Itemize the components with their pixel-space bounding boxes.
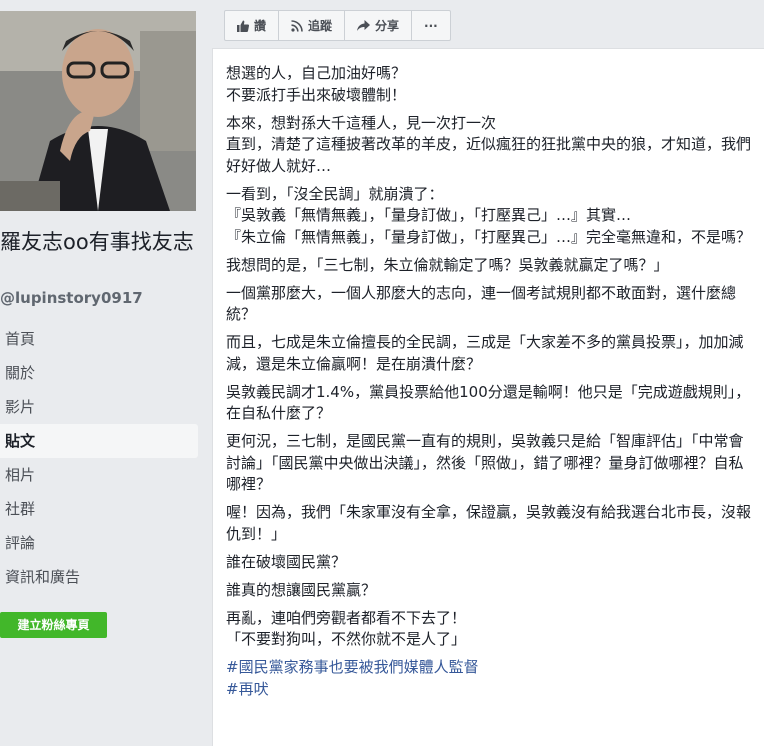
like-label: 讚	[254, 19, 267, 33]
post-paragraph: 吳敦義民調才1.4%，黨員投票給他100分還是輸啊！他只是「完成遊戲規則」，在自…	[226, 382, 756, 425]
post-line: 想選的人，自己加油好嗎？	[226, 64, 407, 82]
page-nav: 首頁 關於 影片 貼文 相片 社群 評論 資訊和廣告	[0, 322, 198, 594]
hashtag-link[interactable]: #國民黨家務事也要被我們媒體人監督	[226, 657, 756, 679]
post-body: 想選的人，自己加油好嗎？ 不要派打手出來破壞體制！ 本來，想對孫大千這種人，見一次打…	[226, 63, 756, 707]
nav-item-photos[interactable]: 相片	[0, 458, 198, 492]
post-line: 不要派打手出來破壞體制！	[226, 85, 407, 104]
rss-icon	[291, 19, 303, 32]
nav-item-reviews[interactable]: 評論	[0, 526, 198, 560]
page-action-bar: 讚 追蹤 分享 ···	[224, 10, 451, 41]
nav-item-community[interactable]: 社群	[0, 492, 198, 526]
nav-item-videos[interactable]: 影片	[0, 390, 198, 424]
more-icon: ···	[424, 18, 438, 33]
profile-photo-image	[0, 11, 196, 211]
post-paragraph: 誰在破壞國民黨？	[226, 552, 756, 574]
post-paragraph: 一看到，「沒全民調」就崩潰了： 『吳敦義「無情無義」，「量身訂做」，「打壓異己」……	[226, 184, 756, 249]
post-line: 誰真的想讓國民黨贏？	[226, 580, 377, 599]
more-options-button[interactable]: ···	[411, 10, 451, 41]
share-label: 分享	[375, 19, 400, 33]
create-page-button[interactable]: 建立粉絲專頁	[0, 612, 107, 638]
nav-item-info-and-ads[interactable]: 資訊和廣告	[0, 560, 198, 594]
post-line: 一個黨那麼大，一個人那麼大的志向，連一個考試規則都不敢面對，選什麼總統？	[226, 283, 737, 324]
post-line: 更何況，三七制，是國民黨一直有的規則，吳敦義只是給「智庫評估」「中常會討論」「國…	[226, 432, 744, 493]
post-line: 一看到，「沒全民調」就崩潰了：	[226, 184, 444, 203]
nav-item-home[interactable]: 首頁	[0, 322, 198, 356]
profile-photo[interactable]	[0, 11, 196, 211]
like-button[interactable]: 讚	[224, 10, 280, 41]
post-paragraph: 更何況，三七制，是國民黨一直有的規則，吳敦義只是給「智庫評估」「中常會討論」「國…	[226, 431, 756, 496]
post-line: 本來，想對孫大千這種人，見一次打一次	[226, 113, 497, 132]
hashtag-link[interactable]: #再吠	[226, 679, 756, 701]
left-column: 羅友志oo有事找友志 @lupinstory0917 首頁 關於 影片 貼文 相…	[0, 0, 210, 746]
follow-button[interactable]: 追蹤	[278, 10, 346, 41]
post-paragraph: 再亂，連咱們旁觀者都看不下去了！ 「不要對狗叫，不然你就不是人了」	[226, 608, 756, 651]
post-hashtags: #國民黨家務事也要被我們媒體人監督 #再吠	[226, 657, 756, 700]
post-paragraph: 想選的人，自己加油好嗎？ 不要派打手出來破壞體制！	[226, 63, 756, 106]
post-paragraph: 喔！因為，我們「朱家軍沒有全拿，保證贏，吳敦義沒有給我選台北市長，沒報仇到！」	[226, 502, 756, 545]
share-button[interactable]: 分享	[344, 10, 413, 41]
post-line: 誰在破壞國民黨？	[226, 552, 347, 571]
post-line: 而且，七成是朱立倫擅長的全民調，三成是「大家差不多的黨員投票」，加加減減，還是朱…	[226, 333, 744, 373]
thumbs-up-icon	[237, 20, 249, 32]
post-line: 直到，清楚了這種披著改革的羊皮，近似瘋狂的狂批黨中央的狼，才知道，我們好好做人就…	[226, 135, 752, 175]
post-paragraph: 一個黨那麼大，一個人那麼大的志向，連一個考試規則都不敢面對，選什麼總統？	[226, 283, 756, 326]
page-title[interactable]: 羅友志oo有事找友志	[0, 229, 205, 256]
post-card: 想選的人，自己加油好嗎？ 不要派打手出來破壞體制！ 本來，想對孫大千這種人，見一次打…	[212, 48, 764, 746]
post-paragraph: 誰真的想讓國民黨贏？	[226, 580, 756, 602]
post-paragraph: 我想問的是，「三七制，朱立倫就輸定了嗎？吳敦義就贏定了嗎？」	[226, 255, 756, 277]
post-paragraph: 本來，想對孫大千這種人，見一次打一次直到，清楚了這種披著改革的羊皮，近似瘋狂的狂…	[226, 113, 756, 178]
share-arrow-icon	[357, 19, 371, 31]
post-line: 喔！因為，我們「朱家軍沒有全拿，保證贏，吳敦義沒有給我選台北市長，沒報仇到！」	[226, 503, 752, 543]
nav-item-about[interactable]: 關於	[0, 356, 198, 390]
post-line: 吳敦義民調才1.4%，黨員投票給他100分還是輸啊！他只是「完成遊戲規則」，在自…	[226, 382, 751, 423]
nav-item-posts[interactable]: 貼文	[0, 424, 198, 458]
follow-label: 追蹤	[308, 19, 333, 33]
post-line: 我想問的是，「三七制，朱立倫就輸定了嗎？吳敦義就贏定了嗎？」	[226, 255, 669, 274]
post-line: 「不要對狗叫，不然你就不是人了」	[226, 630, 467, 648]
page-handle[interactable]: @lupinstory0917	[0, 289, 143, 307]
post-line: 再亂，連咱們旁觀者都看不下去了！	[226, 608, 467, 627]
post-line: 『吳敦義「無情無義」，「量身訂做」，「打壓異己」…』其實…	[226, 206, 632, 224]
post-paragraph: 而且，七成是朱立倫擅長的全民調，三成是「大家差不多的黨員投票」，加加減減，還是朱…	[226, 332, 756, 375]
post-line: 『朱立倫「無情無義」，「量身訂做」，「打壓異己」…』完全毫無違和，不是嗎？	[226, 227, 752, 246]
